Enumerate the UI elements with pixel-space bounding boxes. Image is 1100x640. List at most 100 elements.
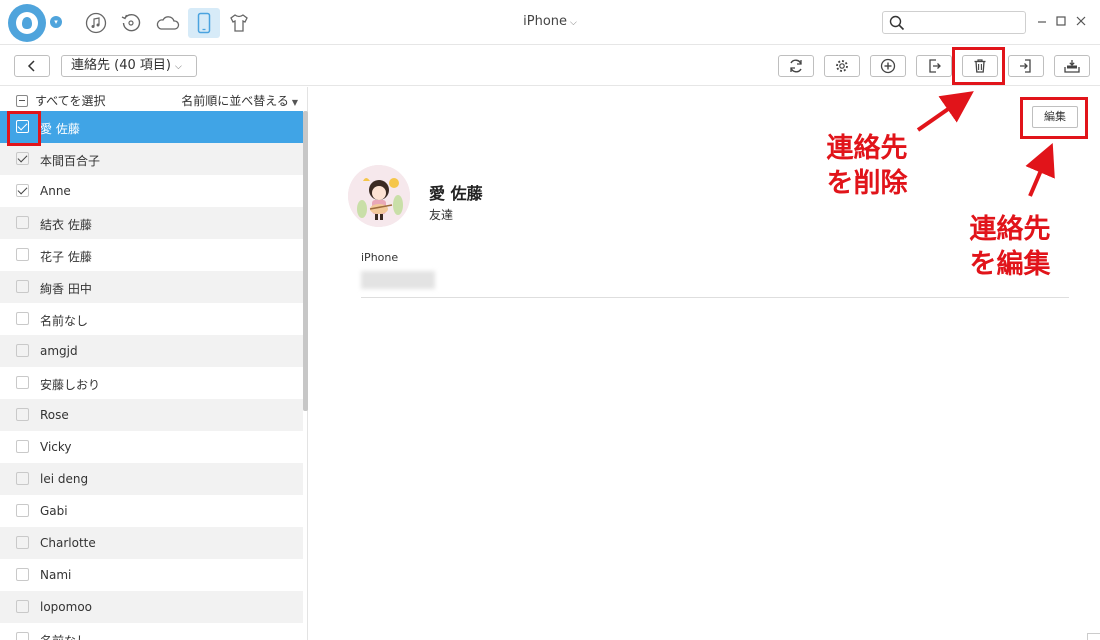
contact-row-label: Gabi bbox=[40, 504, 68, 518]
download-tray-icon bbox=[1064, 60, 1080, 73]
restore-icon[interactable] bbox=[118, 10, 144, 36]
back-button[interactable] bbox=[14, 55, 50, 77]
window-corner bbox=[1087, 633, 1100, 640]
contact-row-label: 結衣 佐藤 bbox=[40, 218, 92, 232]
contact-checkbox[interactable] bbox=[16, 184, 29, 197]
caret-down-icon: ▼ bbox=[291, 98, 298, 107]
phone-value-blurred: 090-0000-0000 bbox=[361, 271, 435, 289]
contact-checkbox[interactable] bbox=[16, 568, 29, 581]
app-window: ▾ iPhone ⌵ 連絡先 (40 項目) ⌵ すべてを選択 名前順に並べ替え… bbox=[0, 0, 1100, 640]
export-to-pc-button[interactable] bbox=[916, 55, 952, 77]
contact-row[interactable]: Rose bbox=[0, 399, 303, 431]
contact-checkbox[interactable] bbox=[16, 216, 29, 229]
annotation-delete-line1: 連絡先 bbox=[826, 133, 908, 164]
contact-row[interactable]: 本間百合子 bbox=[0, 143, 303, 175]
select-all-checkbox[interactable]: すべてを選択 bbox=[16, 92, 105, 109]
contact-row-label: amgjd bbox=[40, 344, 78, 358]
annotation-edit-line2: を編集 bbox=[969, 249, 1051, 280]
logo-menu-chevron-icon[interactable]: ▾ bbox=[50, 16, 62, 28]
export-icon bbox=[929, 59, 941, 73]
search-icon bbox=[889, 15, 905, 31]
contact-row[interactable]: 絢香 田中 bbox=[0, 271, 303, 303]
search-input[interactable] bbox=[909, 14, 1021, 31]
contact-row[interactable]: Vicky bbox=[0, 431, 303, 463]
cloud-icon[interactable] bbox=[155, 10, 181, 36]
contact-row[interactable]: lopomoo bbox=[0, 591, 303, 623]
category-label: 連絡先 (40 項目) bbox=[71, 58, 171, 73]
contact-checkbox[interactable] bbox=[16, 312, 29, 325]
contact-row[interactable]: 愛 佐藤 bbox=[0, 111, 303, 143]
highlight-first-checkbox bbox=[7, 111, 41, 146]
contact-row[interactable]: 名前なし bbox=[0, 303, 303, 335]
minus-checkbox-icon bbox=[16, 94, 28, 107]
contact-row-label: lopomoo bbox=[40, 600, 93, 614]
contact-row[interactable]: Nami bbox=[0, 559, 303, 591]
contact-row-label: Rose bbox=[40, 408, 69, 422]
contact-name: 愛 佐藤 bbox=[429, 184, 483, 203]
category-select[interactable]: 連絡先 (40 項目) ⌵ bbox=[61, 55, 197, 77]
contact-row[interactable]: lei deng bbox=[0, 463, 303, 495]
sort-dropdown[interactable]: 名前順に並べ替える ▼ bbox=[181, 92, 298, 109]
annotation-delete: 連絡先 を削除 bbox=[812, 131, 922, 201]
list-scrollbar[interactable] bbox=[303, 111, 308, 411]
device-title: iPhone bbox=[523, 14, 568, 29]
annotation-delete-line2: を削除 bbox=[826, 168, 908, 199]
contact-row-label: Anne bbox=[40, 184, 71, 198]
highlight-delete-button bbox=[952, 47, 1005, 85]
contact-checkbox[interactable] bbox=[16, 408, 29, 421]
close-icon[interactable] bbox=[1073, 13, 1089, 29]
contact-checkbox[interactable] bbox=[16, 152, 29, 165]
contact-checkbox[interactable] bbox=[16, 440, 29, 453]
contact-row-label: lei deng bbox=[40, 472, 89, 486]
chevron-down-icon: ⌵ bbox=[174, 62, 182, 72]
contact-checkbox[interactable] bbox=[16, 504, 29, 517]
contact-checkbox[interactable] bbox=[16, 472, 29, 485]
contact-row-label: Charlotte bbox=[40, 536, 96, 550]
contact-row[interactable]: amgjd bbox=[0, 335, 303, 367]
title-bar: ▾ iPhone ⌵ bbox=[0, 0, 1100, 45]
app-logo-icon[interactable] bbox=[8, 4, 46, 42]
settings-button[interactable] bbox=[824, 55, 860, 77]
contact-checkbox[interactable] bbox=[16, 536, 29, 549]
contact-checkbox[interactable] bbox=[16, 632, 29, 640]
contact-row[interactable]: 結衣 佐藤 bbox=[0, 207, 303, 239]
annotation-edit: 連絡先 を編集 bbox=[955, 212, 1065, 282]
contact-row[interactable]: 安藤しおり bbox=[0, 367, 303, 399]
contact-row-label: 名前なし bbox=[40, 314, 89, 328]
select-all-label: すべてを選択 bbox=[35, 94, 106, 108]
contact-checkbox[interactable] bbox=[16, 248, 29, 261]
contact-row-label: Vicky bbox=[40, 440, 72, 454]
annotation-edit-line1: 連絡先 bbox=[969, 214, 1051, 245]
minimize-icon[interactable] bbox=[1034, 13, 1050, 29]
tshirt-icon[interactable] bbox=[226, 10, 252, 36]
refresh-button[interactable] bbox=[778, 55, 814, 77]
contact-row[interactable]: Anne bbox=[0, 175, 303, 207]
add-button[interactable] bbox=[870, 55, 906, 77]
contact-row-label: 名前なし bbox=[40, 632, 88, 640]
toolbar: 連絡先 (40 項目) ⌵ bbox=[0, 46, 1100, 86]
contact-list-panel: すべてを選択 名前順に並べ替える ▼ 愛 佐藤本間百合子 Anne 結衣 佐藤花子 佐… bbox=[0, 87, 308, 640]
import-button[interactable] bbox=[1008, 55, 1044, 77]
search-box[interactable] bbox=[882, 11, 1026, 34]
transfer-to-device-button[interactable] bbox=[1054, 55, 1090, 77]
contact-checkbox[interactable] bbox=[16, 376, 29, 389]
contact-checkbox[interactable] bbox=[16, 344, 29, 357]
list-header: すべてを選択 名前順に並べ替える ▼ bbox=[0, 87, 308, 111]
contact-row[interactable]: 花子 佐藤 bbox=[0, 239, 303, 271]
music-icon[interactable] bbox=[83, 10, 109, 36]
contact-row[interactable]: Gabi bbox=[0, 495, 303, 527]
contact-row-label: 本間百合子 bbox=[40, 154, 101, 168]
chevron-down-icon: ⌵ bbox=[570, 18, 577, 28]
chevron-left-icon bbox=[27, 60, 35, 72]
contact-row-label: Nami bbox=[40, 568, 72, 582]
contact-row[interactable]: Charlotte bbox=[0, 527, 303, 559]
contact-row-label: 花子 佐藤 bbox=[40, 250, 92, 264]
maximize-icon[interactable] bbox=[1053, 13, 1069, 29]
contact-row-label: 絢香 田中 bbox=[40, 282, 92, 296]
contact-list: 愛 佐藤本間百合子 Anne 結衣 佐藤花子 佐藤絢香 田中名前なし amgjd 安藤し… bbox=[0, 111, 303, 640]
contact-row[interactable]: 名前なし bbox=[0, 623, 303, 640]
device-selector[interactable]: iPhone ⌵ bbox=[500, 14, 600, 29]
contact-checkbox[interactable] bbox=[16, 280, 29, 293]
device-phone-icon[interactable] bbox=[188, 8, 220, 38]
contact-checkbox[interactable] bbox=[16, 600, 29, 613]
